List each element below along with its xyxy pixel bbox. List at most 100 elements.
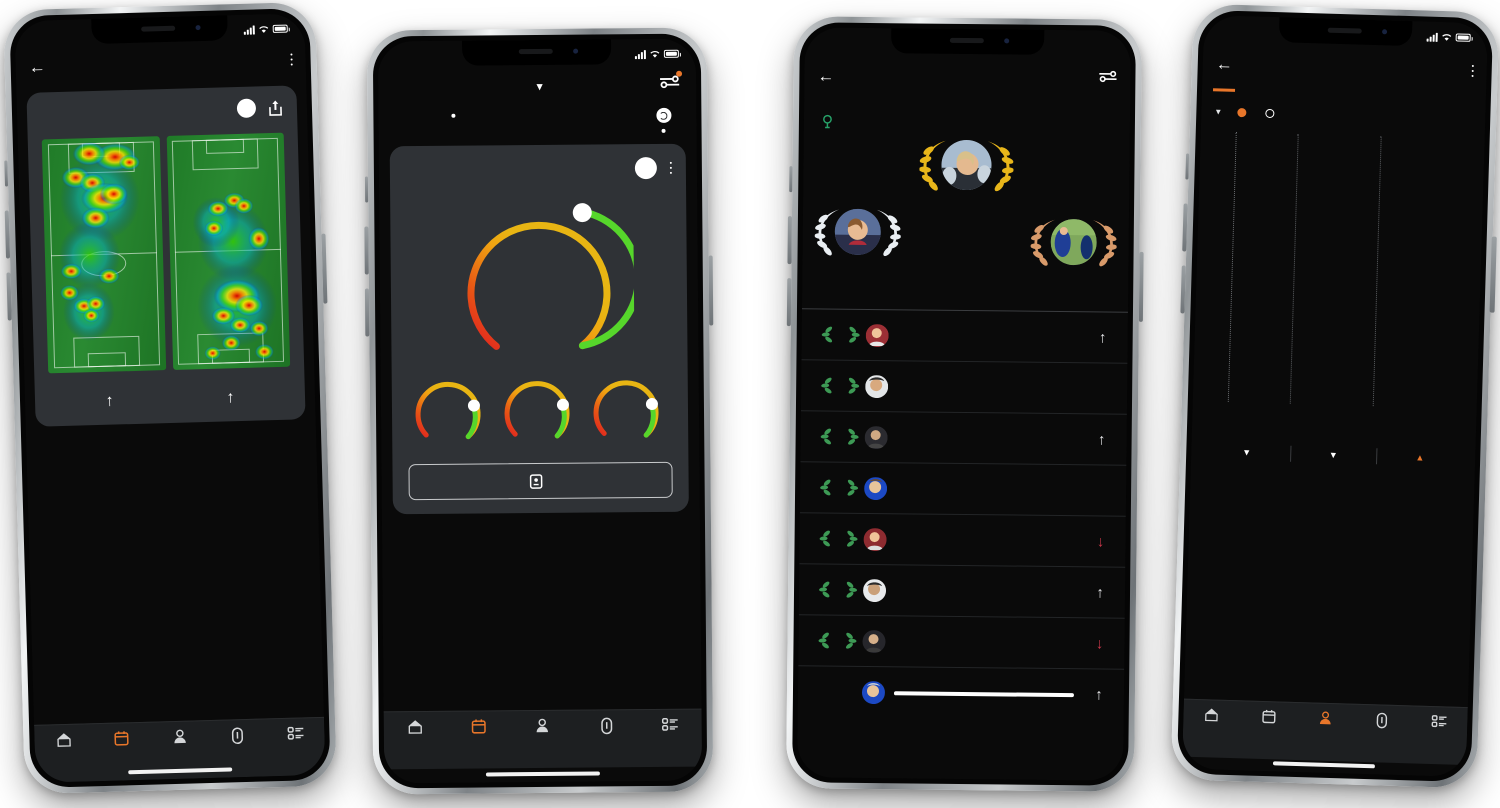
wifi-icon <box>259 26 269 33</box>
home-indicator[interactable] <box>485 771 601 777</box>
person-icon <box>173 729 186 744</box>
day-cell[interactable] <box>390 106 432 135</box>
power-button[interactable] <box>708 255 714 326</box>
tab-sessions[interactable] <box>1240 708 1297 728</box>
tab-academy[interactable] <box>1410 713 1467 732</box>
podium-second[interactable] <box>814 204 902 264</box>
table-row[interactable]: ↑ <box>798 564 1126 619</box>
legend-training[interactable] <box>1265 108 1278 119</box>
bottom-tab-bar <box>383 708 703 770</box>
trend-down-icon: ↓ <box>1095 634 1104 652</box>
tab-academy[interactable] <box>266 725 324 745</box>
tab-home[interactable] <box>34 731 93 752</box>
mute-switch[interactable] <box>1185 153 1190 180</box>
avatar <box>861 680 886 705</box>
volume-up-button[interactable] <box>364 226 369 275</box>
player-name <box>895 590 1081 592</box>
table-row[interactable] <box>799 462 1127 517</box>
tab-profile[interactable] <box>1297 710 1354 730</box>
delta-up-icon: ▲ <box>1415 452 1425 463</box>
pitch-first-half[interactable] <box>41 136 166 374</box>
table-row[interactable]: ↑ <box>801 309 1128 364</box>
legend-game[interactable] <box>1237 107 1250 118</box>
day-cell[interactable] <box>558 104 600 133</box>
podium-third[interactable] <box>1030 215 1117 275</box>
volume-down-button[interactable] <box>1180 265 1186 314</box>
half-label <box>170 381 291 384</box>
avatar <box>941 139 992 191</box>
filter-sliders-icon[interactable] <box>659 70 683 95</box>
help-icon[interactable] <box>634 156 657 180</box>
tab-distance[interactable] <box>1212 85 1236 96</box>
tab-profile[interactable] <box>511 718 575 738</box>
day-cell-selected[interactable] <box>432 106 474 135</box>
share-icon[interactable] <box>268 98 283 116</box>
green-wreath-icon <box>820 479 859 496</box>
half-label <box>49 384 170 387</box>
device-icon <box>231 727 244 745</box>
cellular-signal-icon <box>243 24 255 35</box>
silver-wreath-icon <box>814 207 902 257</box>
tab-home[interactable] <box>384 719 448 739</box>
podium-name <box>814 263 900 264</box>
help-icon[interactable] <box>236 98 257 119</box>
volume-up-button[interactable] <box>1182 203 1188 252</box>
more-options-icon[interactable] <box>289 53 293 66</box>
table-row[interactable] <box>800 360 1128 415</box>
stat-label <box>1203 461 1290 464</box>
tab-home[interactable] <box>1183 707 1240 727</box>
table-row[interactable]: ↓ <box>799 513 1126 568</box>
tab-sessions[interactable] <box>447 718 511 738</box>
gauge-label <box>406 368 495 369</box>
podium-first[interactable] <box>919 136 1014 200</box>
see-details-button[interactable] <box>408 461 673 501</box>
home-indicator[interactable] <box>1272 761 1376 769</box>
more-options-icon[interactable] <box>1471 64 1474 78</box>
table-row[interactable]: ↓ <box>798 615 1125 670</box>
trend-up-icon: ↑ <box>1096 583 1104 601</box>
trends-chart[interactable] <box>1203 127 1474 435</box>
cellular-signal-icon <box>1426 32 1438 42</box>
tab-devices[interactable] <box>208 726 267 748</box>
tab-profile[interactable] <box>150 728 209 749</box>
volume-down-button[interactable] <box>364 288 370 337</box>
volume-up-button[interactable] <box>787 216 792 265</box>
calendar-icon <box>1261 709 1276 724</box>
soccer-ball-icon <box>655 107 671 123</box>
range-selector[interactable]: ▼ <box>1214 107 1222 116</box>
mute-switch[interactable] <box>4 160 9 187</box>
power-button[interactable] <box>1138 251 1144 322</box>
tab-academy[interactable] <box>638 717 702 736</box>
power-button[interactable] <box>321 233 328 304</box>
back-arrow-icon[interactable]: ← <box>28 57 46 76</box>
day-cell-match[interactable] <box>642 104 684 133</box>
volume-up-button[interactable] <box>4 210 11 259</box>
table-row[interactable]: ↑ <box>800 411 1127 466</box>
mute-switch[interactable] <box>789 166 793 193</box>
back-arrow-icon[interactable]: ← <box>1216 54 1234 73</box>
table-row[interactable]: ↑ <box>798 666 1125 720</box>
tab-devices[interactable] <box>574 717 638 738</box>
mute-switch[interactable] <box>364 176 369 203</box>
scroll-indicator[interactable] <box>893 690 1074 697</box>
podium-name <box>1030 274 1116 275</box>
power-button[interactable] <box>1489 236 1497 313</box>
device-icon <box>1376 712 1388 729</box>
month-selector[interactable]: ▾ <box>420 76 659 94</box>
home-icon <box>56 733 71 747</box>
tab-devices[interactable] <box>1353 712 1410 733</box>
stat-value <box>1377 446 1464 449</box>
filter-sliders-icon[interactable] <box>1098 69 1117 88</box>
pitch-second-half[interactable] <box>166 132 291 370</box>
day-cell[interactable] <box>600 104 642 133</box>
home-icon <box>1205 708 1219 722</box>
tab-sessions[interactable] <box>92 730 151 751</box>
day-cell[interactable] <box>474 105 516 134</box>
more-options-icon[interactable] <box>669 161 672 175</box>
back-arrow-icon[interactable]: ← <box>817 66 834 85</box>
player-name <box>895 641 1081 643</box>
trend-down-icon: ↓ <box>1096 532 1105 550</box>
volume-down-button[interactable] <box>786 278 792 327</box>
volume-down-button[interactable] <box>6 272 12 321</box>
day-cell[interactable] <box>516 105 558 134</box>
